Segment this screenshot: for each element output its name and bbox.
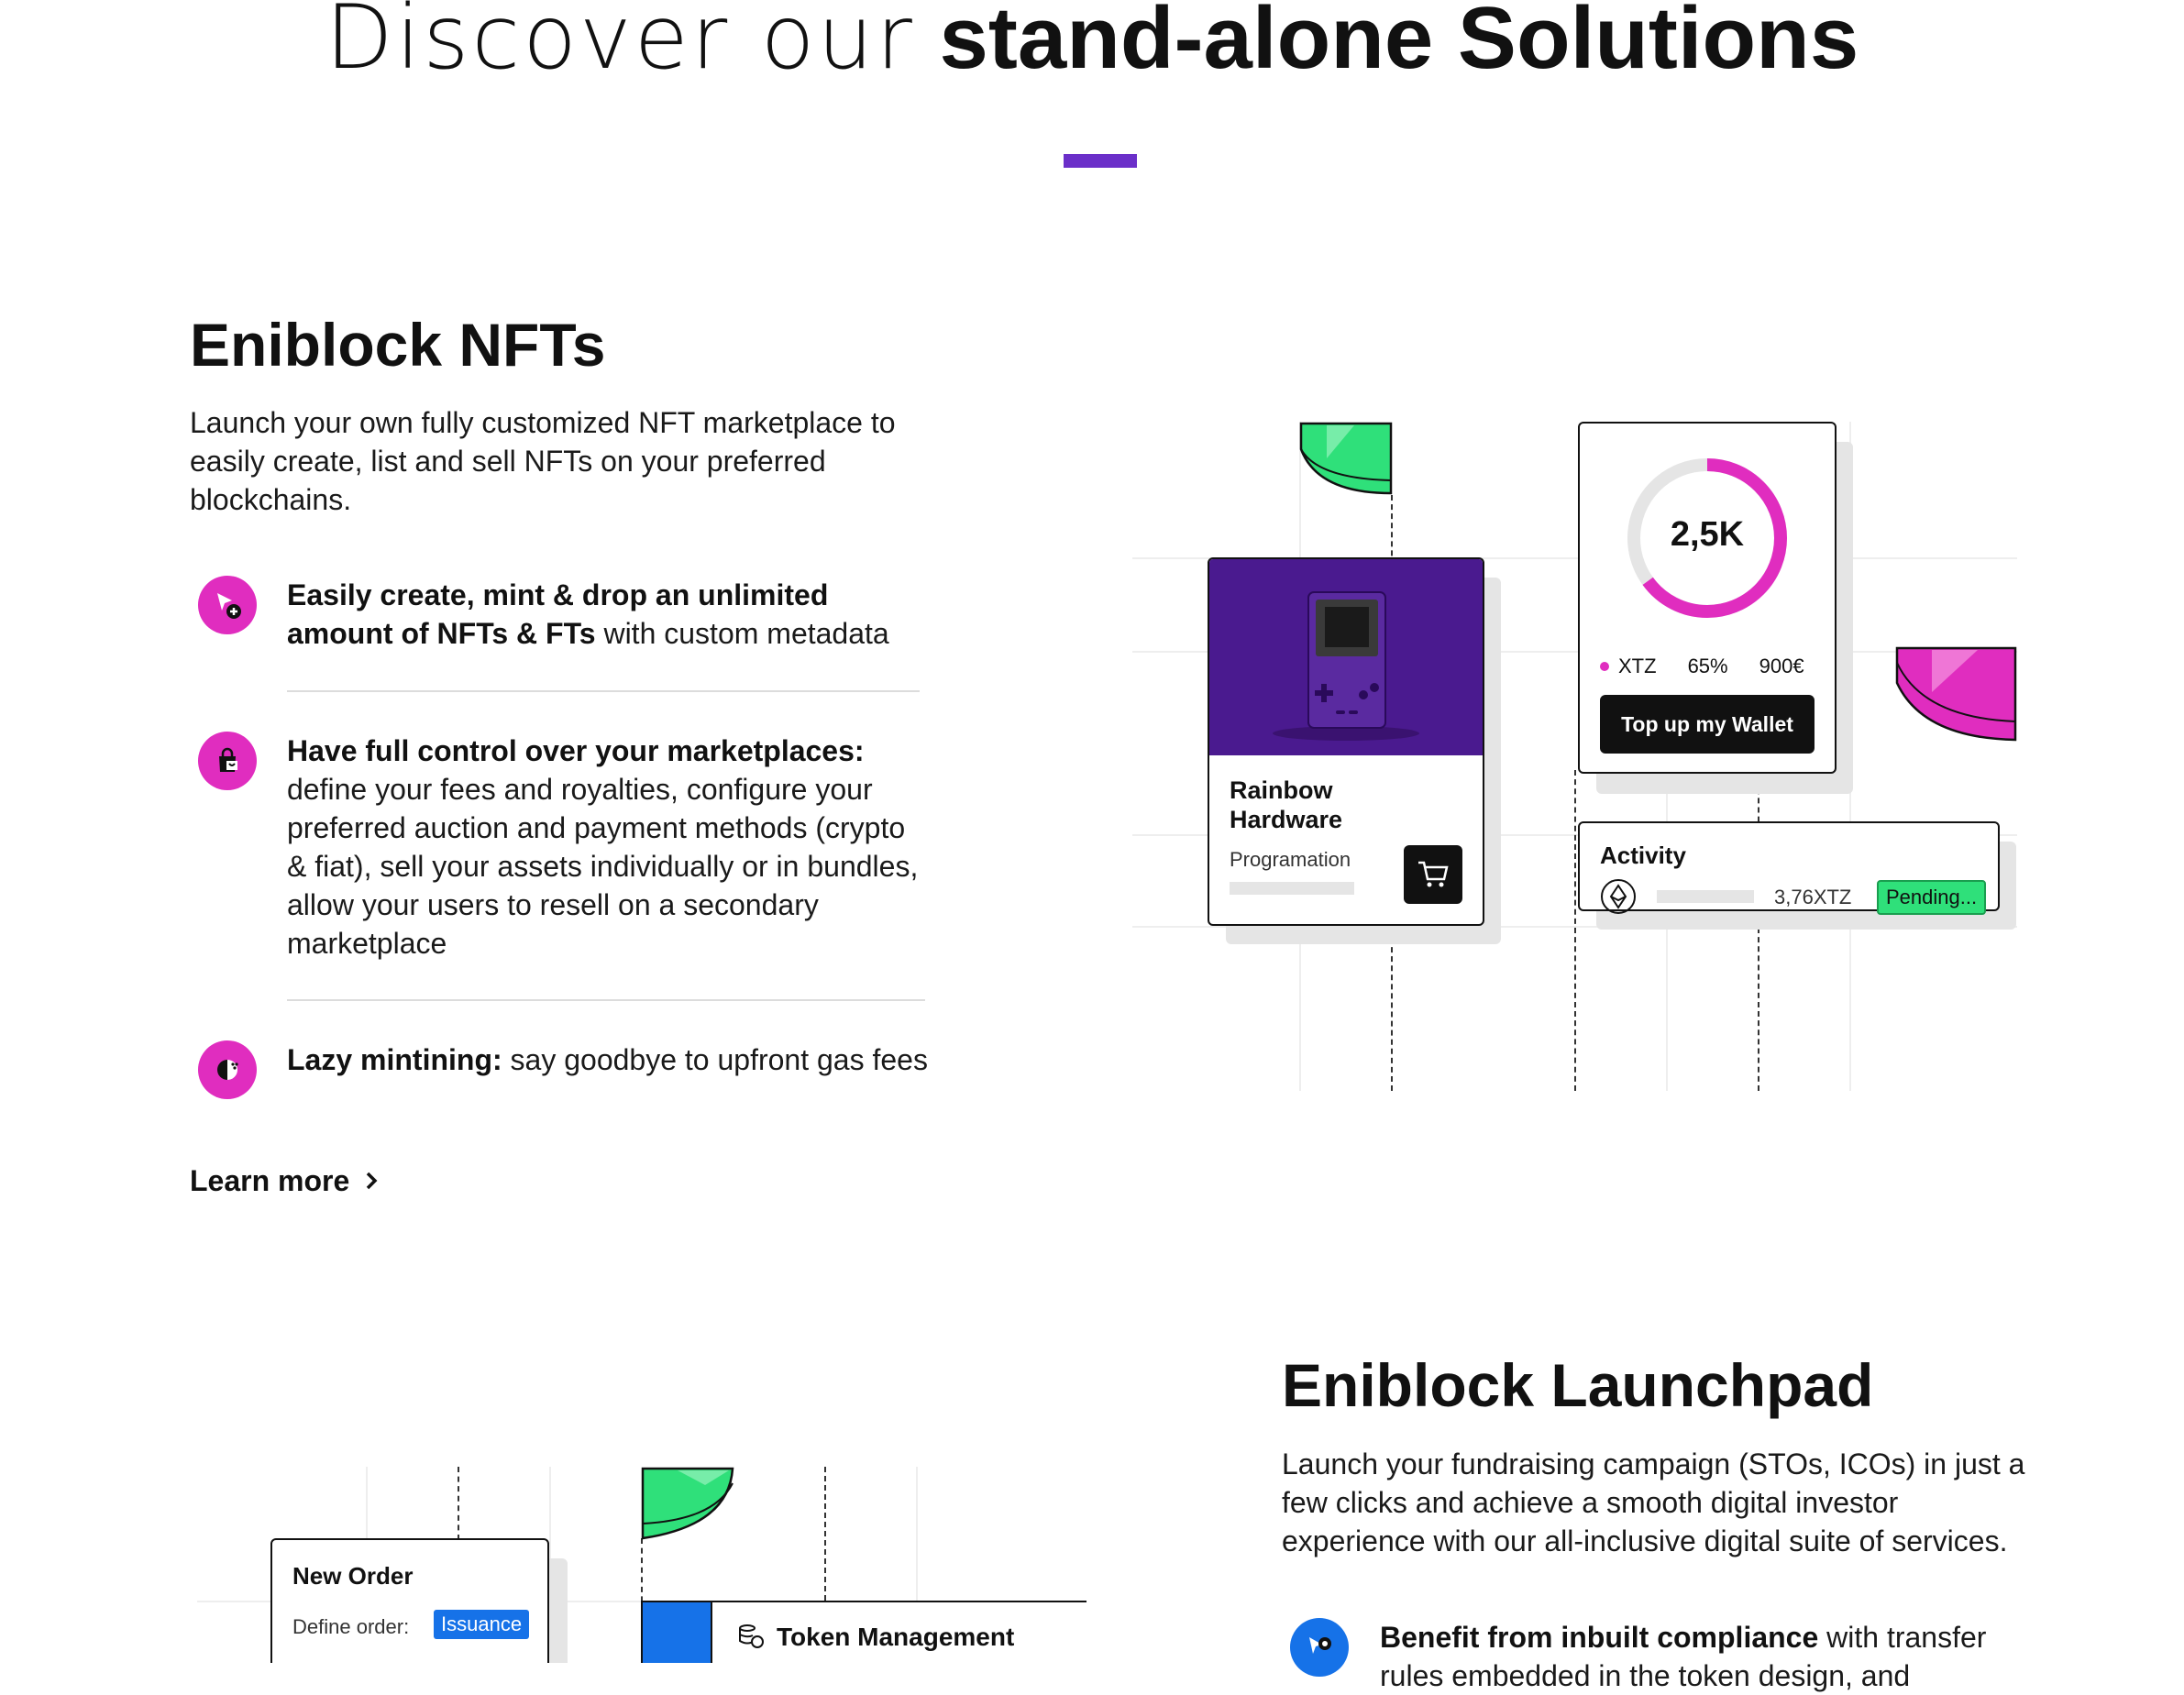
title-accent-bar — [1064, 154, 1137, 168]
nft-product-category: Programation — [1230, 848, 1351, 871]
pink-leaf-shape — [1895, 646, 2017, 746]
launchpad-feature-1: Benefit from inbuilt compliance with tra… — [1380, 1618, 2022, 1695]
gameboy-icon — [1273, 591, 1419, 741]
token-management-title: Token Management — [777, 1623, 1015, 1651]
nfts-section-title: Eniblock NFTs — [190, 311, 606, 379]
currency-dot — [1600, 662, 1609, 671]
shopping-bag-icon — [198, 732, 257, 790]
coins-icon — [736, 1621, 766, 1655]
nfts-feature-3: Lazy mintining: say goodbye to upfront g… — [287, 1040, 947, 1079]
launchpad-description: Launch your fundraising campaign (STOs, … — [1282, 1447, 2025, 1557]
placeholder-bar — [1230, 882, 1354, 895]
page-title: Discover our stand-alone Solutions — [0, 0, 2184, 89]
cursor-plus-icon — [198, 576, 257, 634]
divider — [287, 999, 925, 1001]
nfts-description: Launch your own fully customized NFT mar… — [190, 406, 896, 516]
token-management-panel: Token Management — [712, 1601, 1086, 1663]
dashed-line — [824, 1467, 826, 1601]
token-management-color-block — [641, 1601, 712, 1663]
dashed-line — [1574, 770, 1576, 1091]
placeholder-bar — [1657, 890, 1754, 903]
launchpad-feature-1-bold: Benefit from inbuilt compliance — [1380, 1621, 1819, 1654]
activity-status-badge: Pending... — [1877, 880, 1987, 915]
wallet-fiat: 900€ — [1759, 655, 1804, 677]
learn-more-link[interactable]: Learn more — [190, 1164, 378, 1198]
nft-product-card[interactable]: Rainbow Hardware Programation — [1208, 557, 1484, 926]
learn-more-label: Learn more — [190, 1164, 350, 1197]
page-title-light: Discover our — [325, 0, 915, 89]
half-circle-icon — [198, 1040, 257, 1099]
activity-title: Activity — [1600, 842, 1686, 869]
nfts-feature-2: Have full control over your marketplaces… — [287, 732, 929, 963]
new-order-title: New Order — [292, 1562, 414, 1590]
dashed-line — [458, 1467, 459, 1540]
issuance-badge[interactable]: Issuance — [434, 1610, 530, 1639]
compliance-icon — [1290, 1618, 1349, 1677]
ethereum-icon — [1600, 878, 1637, 919]
nfts-feature-1-rest: with custom metadata — [595, 617, 889, 650]
nfts-feature-2-bold: Have full control over your marketplaces… — [287, 734, 865, 767]
new-order-card: New Order Define order: Issuance — [270, 1538, 549, 1663]
activity-card: Activity 3,76XTZ Pending... — [1578, 821, 2000, 915]
wallet-stats: XTZ 65% 900€ — [1600, 655, 1804, 678]
nft-illustration: Rainbow Hardware Programation 2,5K XTZ 6… — [1132, 422, 2017, 1100]
nfts-feature-1: Easily create, mint & drop an unlimited … — [287, 576, 929, 653]
green-leaf-shape — [641, 1467, 736, 1545]
dashed-line — [1758, 770, 1759, 1091]
nfts-feature-3-rest: say goodbye to upfront gas fees — [502, 1043, 928, 1076]
wallet-amount: 2,5K — [1670, 515, 1745, 554]
top-up-wallet-button[interactable]: Top up my Wallet — [1600, 695, 1814, 754]
green-leaf-shape — [1299, 422, 1395, 500]
nft-product-name-line2: Hardware — [1230, 806, 1343, 833]
nfts-feature-3-bold: Lazy mintining: — [287, 1043, 502, 1076]
launchpad-section-title: Eniblock Launchpad — [1282, 1351, 1874, 1419]
wallet-currency: XTZ — [1618, 655, 1657, 677]
launchpad-illustration: New Order Define order: Issuance Token M… — [197, 1467, 1086, 1663]
nft-product-name-line1: Rainbow — [1230, 776, 1333, 804]
wallet-card: 2,5K XTZ 65% 900€ Top up my Wallet — [1578, 422, 1837, 774]
nft-product-image — [1209, 559, 1483, 755]
nfts-feature-2-rest: define your fees and royalties, configur… — [287, 773, 919, 960]
shopping-cart-icon — [1418, 861, 1449, 887]
activity-amount: 3,76XTZ — [1774, 886, 1852, 908]
page-title-bold: stand-alone Solutions — [939, 0, 1859, 87]
divider — [287, 690, 920, 692]
define-order-label: Define order: — [292, 1615, 410, 1638]
wallet-percent: 65% — [1687, 655, 1728, 677]
cart-button[interactable] — [1404, 845, 1462, 904]
chevron-right-icon — [365, 1164, 378, 1198]
nft-product-name: Rainbow Hardware — [1230, 776, 1342, 834]
